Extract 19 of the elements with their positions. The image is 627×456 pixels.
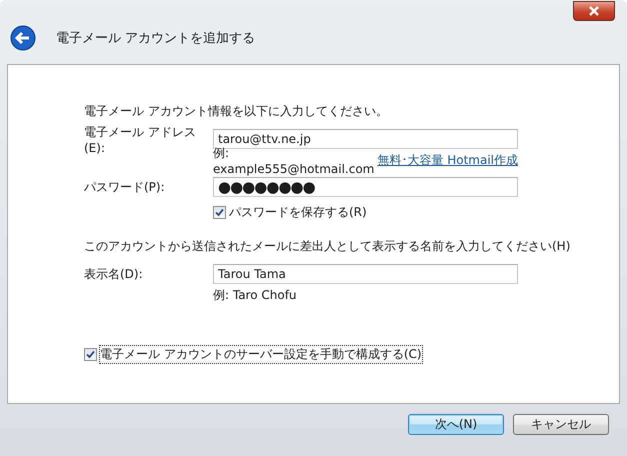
field-label: パスワード(P):	[84, 178, 166, 196]
window-title: 電子メール アカウントを追加する	[56, 30, 256, 47]
field-label: 表示名(D):	[84, 266, 144, 282]
prompt-text: このアカウントから送信されたメールに差出人として表示する名前を入力してください(H)	[84, 238, 572, 255]
instruction-text: 電子メール アカウント情報を以下に入力してください。	[84, 103, 389, 120]
checkbox-label[interactable]: パスワードを保存する(R)	[229, 204, 367, 221]
close-icon	[588, 6, 600, 16]
next-button[interactable]: 次へ(N)	[408, 414, 504, 435]
email-field[interactable]: tarou@ttv.ne.jp	[213, 129, 518, 149]
field-label: 電子メール アドレス(E):	[84, 124, 197, 154]
cancel-button[interactable]: キャンセル	[513, 414, 609, 435]
hotmail-link[interactable]: 無料･大容量 Hotmail作成	[377, 152, 518, 168]
checkbox[interactable]	[213, 206, 226, 219]
checkbox-label[interactable]: 電子メール アカウントのサーバー設定を手動で構成する(C)	[100, 346, 422, 363]
close-button[interactable]	[573, 1, 615, 21]
password-field[interactable]: ●●●●●●●●	[213, 177, 518, 197]
checkbox[interactable]	[84, 348, 97, 361]
example-text: 例: Taro Chofu	[213, 286, 297, 304]
display-name-field[interactable]: Tarou Tama	[213, 264, 518, 284]
